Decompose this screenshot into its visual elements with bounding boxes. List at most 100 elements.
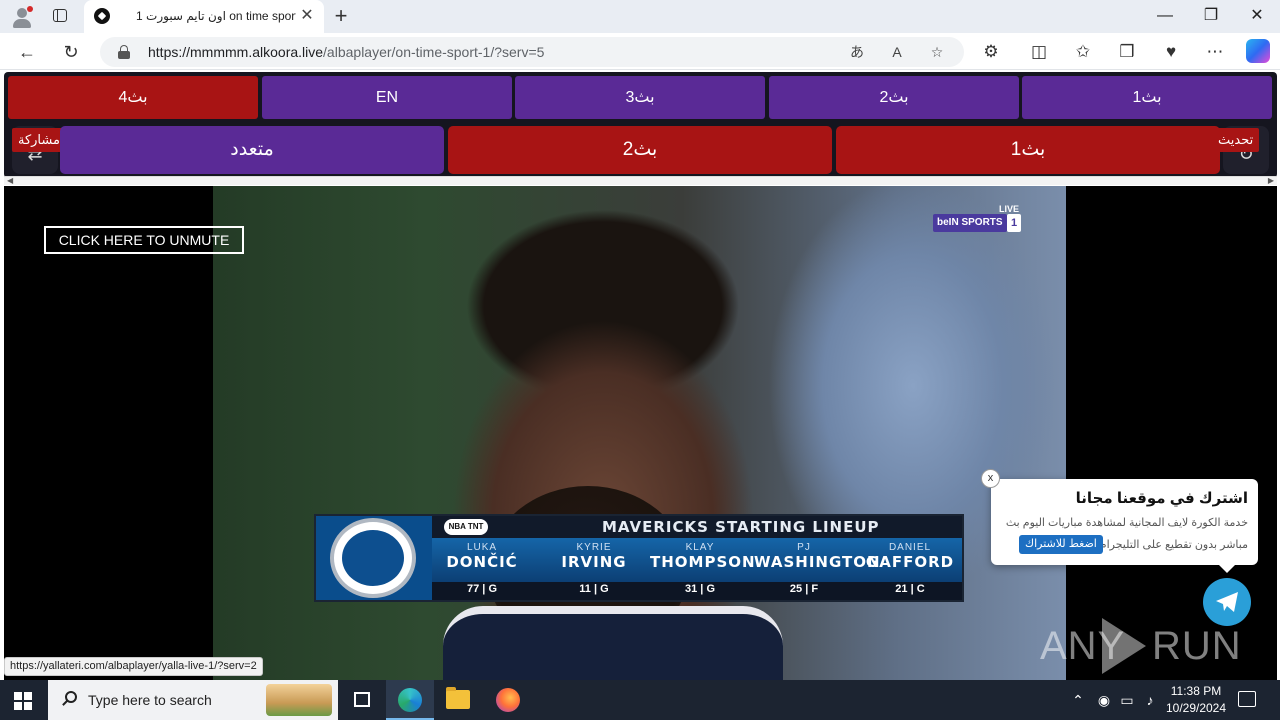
lineup-player: LUKA DONČIĆ [446,542,518,571]
taskbar-clock[interactable]: 11:38 PM 10/29/2024 [1158,683,1234,717]
favorite-star-icon[interactable]: ☆ [926,42,948,62]
search-highlight-image [266,684,332,716]
web-page: بث4 EN بث3 بث2 بث1 ⇄ مشاركة متعدد بث2 بث… [0,70,1280,680]
tab-close-icon[interactable]: ✕ [298,6,316,26]
firefox-taskbar-button[interactable] [484,680,532,720]
player-number-position: 77 | G [466,583,497,595]
collections-icon[interactable]: ❒ [1114,39,1140,65]
lineup-player: KYRIE IRVING [561,542,627,571]
channel-logo: LIVE beIN SPORTS 1 [933,204,1025,234]
task-view-icon [354,692,370,707]
lineup-player: KLAY THOMPSON [650,542,756,571]
soccer-ball-icon [94,8,110,24]
lineup-title: MAVERICKS STARTING LINEUP [602,518,880,536]
taskbar-search-box[interactable]: Type here to search [48,680,338,720]
mavericks-logo [316,516,432,600]
popup-title: اشترك في موقعنا مجانا [1075,490,1248,507]
read-aloud-icon[interactable]: A [886,42,908,62]
popup-description-line2: مباشر بدون تقطيع على التليجرام [1099,539,1248,551]
subscribe-button[interactable]: اضغط للاشتراك [1019,535,1103,554]
lineup-header: NBA TNT MAVERICKS STARTING LINEUP [432,516,962,538]
lineup-graphic: NBA TNT MAVERICKS STARTING LINEUP LUKA DO… [314,514,964,602]
play-icon [1102,618,1146,674]
folder-icon [446,687,470,709]
server-button-row2-3[interactable]: بث1 [836,126,1220,174]
server-button-row2-1[interactable]: متعدد [60,126,444,174]
player-number-position: 25 | F [789,583,819,595]
url-bar[interactable]: https://mmmmm.alkoora.live/albaplayer/on… [100,37,964,67]
search-placeholder: Type here to search [88,692,212,708]
telegram-icon[interactable] [1203,578,1251,626]
browser-essentials-icon[interactable]: ♥ [1158,39,1184,65]
popup-description-line1: خدمة الكورة لايف المجانية لمشاهدة مباريا… [1005,517,1248,529]
file-explorer-button[interactable] [434,680,482,720]
clock-date: 10/29/2024 [1165,701,1227,715]
tab-actions-icon[interactable] [50,7,70,25]
player-number-position: 31 | G [684,583,715,595]
network-icon[interactable]: ▭ [1116,690,1138,710]
lock-icon[interactable] [118,45,130,59]
server-button-row1-2[interactable]: EN [262,76,512,119]
player-jersey-image [443,606,783,680]
new-tab-button[interactable]: + [330,4,352,28]
lineup-player: DANIEL GAFFORD [865,542,955,571]
anyrun-watermark: ANY RUN [1040,618,1241,678]
player-number-position: 21 | C [895,583,925,595]
server-button-row1-3[interactable]: بث3 [515,76,765,119]
edge-taskbar-button[interactable] [386,680,434,720]
live-badge: LIVE [999,204,1020,214]
back-arrow-icon[interactable]: ← [14,39,40,65]
broadcaster-logo: NBA TNT [444,519,488,535]
extensions-icon[interactable]: ⚙ [978,39,1004,65]
minimize-button[interactable]: — [1150,4,1180,28]
profile-icon[interactable] [10,5,34,29]
channel-number: 1 [1007,214,1021,232]
translate-icon[interactable]: あ [846,42,868,62]
url-host: https://mmmmm.alkoora.live [148,44,324,60]
server-button-row2-2[interactable]: بث2 [448,126,832,174]
horizontal-scrollbar[interactable]: ◀ ▶ [4,176,1277,185]
windows-taskbar: Type here to search ⌃ ◉ ▭ ♪ 11:38 PM 10/… [0,680,1280,720]
unmute-button[interactable]: CLICK HERE TO UNMUTE [44,226,244,254]
server-selector-panel: بث4 EN بث3 بث2 بث1 ⇄ مشاركة متعدد بث2 بث… [4,72,1277,178]
server-button-row1-5[interactable]: بث1 [1022,76,1272,119]
scroll-left-arrow-icon[interactable]: ◀ [7,176,13,185]
search-icon [62,691,78,707]
lineup-players: LUKA DONČIĆ KYRIE IRVING KLAY THOMPSON PJ WA… [432,538,962,582]
channel-name: beIN SPORTS [933,214,1007,232]
clock-time: 11:38 PM [1170,684,1222,698]
subscribe-popup: x اشترك في موقعنا مجانا خدمة الكورة لايف… [981,469,1258,573]
maximize-button[interactable]: ❐ [1196,4,1226,28]
url-path: /albaplayer/on-time-sport-1/?serv=5 [323,44,545,60]
status-bar-link: https://yallateri.com/albaplayer/yalla-l… [4,657,263,676]
url-text[interactable]: https://mmmmm.alkoora.live/albaplayer/on… [148,44,544,60]
meet-now-icon[interactable]: ◉ [1094,690,1114,710]
active-tab[interactable]: اون تايم سبورت 1 on time sport ✕ [84,0,324,33]
windows-start-icon[interactable] [14,692,32,710]
task-view-button[interactable] [338,680,386,720]
lineup-stats: 77 | G 11 | G 31 | G 25 | F 21 | C [432,582,962,600]
window-close-button[interactable]: ✕ [1242,4,1272,28]
tab-title: اون تايم سبورت 1 on time sport [136,9,296,23]
firefox-icon [496,688,520,712]
refresh-icon[interactable]: ↻ [58,39,84,65]
video-player[interactable]: LIVE beIN SPORTS 1 CLICK HERE TO UNMUTE … [4,186,1277,680]
volume-icon[interactable]: ♪ [1140,690,1160,710]
favorites-icon[interactable]: ✩ [1070,39,1096,65]
browser-tab-bar: اون تايم سبورت 1 on time sport ✕ + — ❐ ✕ [0,0,1280,33]
player-number-position: 11 | G [579,583,609,595]
copilot-icon[interactable] [1246,39,1270,63]
server-button-row1-1[interactable]: بث4 [8,76,258,119]
server-button-row1-4[interactable]: بث2 [769,76,1019,119]
show-hidden-icons-chevron-icon[interactable]: ⌃ [1068,690,1088,710]
popup-close-button[interactable]: x [981,469,1000,488]
video-frame[interactable] [213,186,1066,680]
refresh-label[interactable]: تحديث [1212,128,1260,152]
share-label[interactable]: مشاركة [12,128,66,152]
split-screen-icon[interactable]: ◫ [1026,39,1052,65]
scroll-right-arrow-icon[interactable]: ▶ [1268,176,1274,185]
more-menu-icon[interactable]: ⋯ [1202,39,1228,65]
edge-icon [398,688,422,712]
notification-icon[interactable] [1238,691,1256,707]
lineup-player: PJ WASHINGTON [754,542,881,571]
